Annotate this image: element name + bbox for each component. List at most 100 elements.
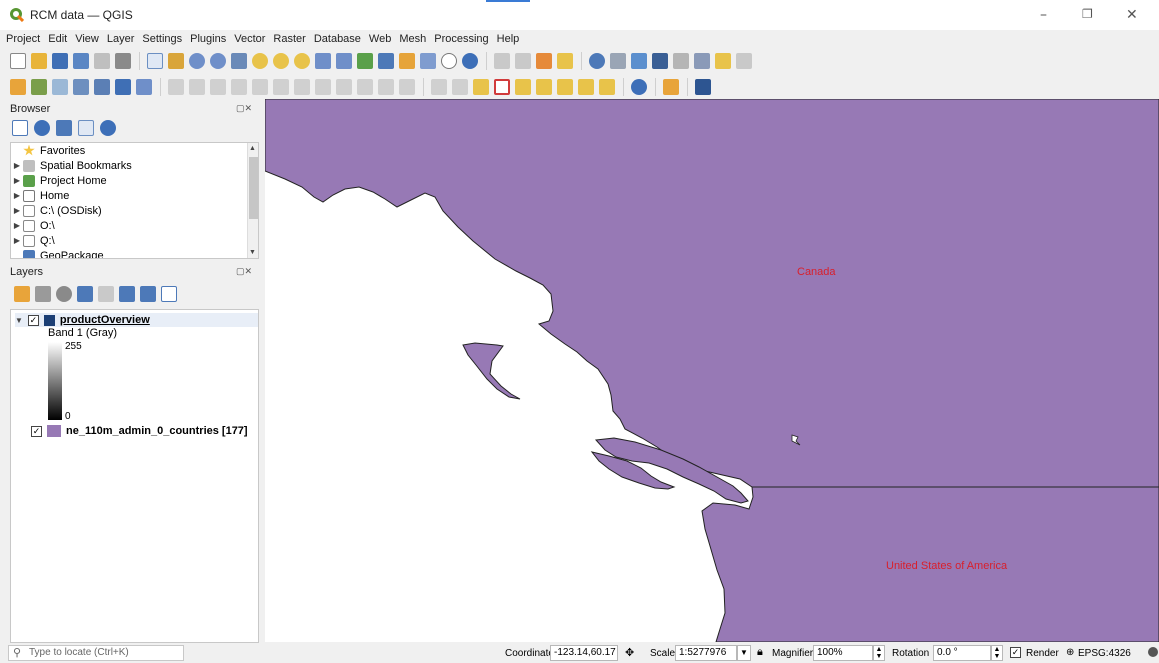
save-as-icon[interactable]: [73, 53, 89, 69]
expand-all-icon[interactable]: [119, 286, 135, 302]
refresh-icon[interactable]: [462, 53, 478, 69]
paste-features-icon[interactable]: [357, 79, 373, 95]
lock-icon[interactable]: 🔒︎: [757, 646, 763, 659]
digitize-icon[interactable]: [231, 79, 247, 95]
menu-vector[interactable]: Vector: [234, 33, 265, 45]
expand-arrow-icon[interactable]: ▶: [11, 176, 23, 185]
delete-selected-icon[interactable]: [294, 79, 310, 95]
add-vector-icon[interactable]: [31, 79, 47, 95]
zoom-in-icon[interactable]: [189, 53, 205, 69]
layer-labeling-icon[interactable]: [473, 79, 489, 95]
scroll-down-icon[interactable]: ▼: [249, 249, 256, 256]
label-tool-icon[interactable]: [431, 79, 447, 95]
add-delimited-icon[interactable]: [94, 79, 110, 95]
vertex-tool-icon[interactable]: [252, 79, 268, 95]
layer-row-product-overview[interactable]: ▼ ✓ productOverview: [15, 313, 258, 327]
deselect-icon[interactable]: [557, 53, 573, 69]
pin-labels-icon[interactable]: [515, 79, 531, 95]
attribute-table-icon[interactable]: [610, 53, 626, 69]
browser-item-o-drive[interactable]: ▶ O:\: [11, 218, 258, 233]
bookmark-icon[interactable]: [399, 53, 415, 69]
modify-attributes-icon[interactable]: [273, 79, 289, 95]
temporal-icon[interactable]: [441, 53, 457, 69]
magnifier-field[interactable]: 100%: [813, 645, 873, 661]
data-source-manager-icon[interactable]: [10, 79, 26, 95]
scale-dropdown-icon[interactable]: ▼: [737, 645, 751, 661]
annotation-icon[interactable]: [694, 53, 710, 69]
menu-web[interactable]: Web: [369, 33, 391, 45]
highlight-labels-icon[interactable]: [494, 79, 510, 95]
minimize-icon[interactable]: –: [1040, 7, 1047, 23]
add-raster-icon[interactable]: [52, 79, 68, 95]
new-project-icon[interactable]: [10, 53, 26, 69]
open-project-icon[interactable]: [31, 53, 47, 69]
browser-panel-controls-icon[interactable]: ▢✕: [236, 103, 252, 114]
layers-panel-controls-icon[interactable]: ▢✕: [236, 266, 252, 277]
add-group-icon[interactable]: [35, 286, 51, 302]
pencil-icon[interactable]: [189, 79, 205, 95]
filter-icon[interactable]: [56, 120, 72, 136]
map-canvas[interactable]: Canada United States of America: [265, 99, 1159, 642]
menu-layer[interactable]: Layer: [107, 33, 135, 45]
layer-row-countries[interactable]: ✓ ne_110m_admin_0_countries [177]: [31, 425, 248, 437]
map-tips-icon[interactable]: [715, 53, 731, 69]
select-dropdown-icon[interactable]: [515, 53, 531, 69]
rotation-field[interactable]: 0.0 °: [933, 645, 991, 661]
expand-arrow-icon[interactable]: ▶: [11, 206, 23, 215]
browser-item-home[interactable]: ▶ Home: [11, 188, 258, 203]
zoom-native-icon[interactable]: [294, 53, 310, 69]
toggle-editing-icon[interactable]: [168, 79, 184, 95]
rotation-spinner-icon[interactable]: ▲ ▼: [991, 645, 1003, 661]
filter-expression-icon[interactable]: [98, 286, 114, 302]
new-3d-view-icon[interactable]: [378, 53, 394, 69]
menu-database[interactable]: Database: [314, 33, 361, 45]
zoom-layer-icon[interactable]: [273, 53, 289, 69]
restore-icon[interactable]: ❐: [1082, 7, 1093, 21]
manage-themes-icon[interactable]: [56, 286, 72, 302]
browser-item-geopackage[interactable]: GeoPackage: [11, 248, 258, 258]
expand-arrow-icon[interactable]: ▶: [11, 236, 23, 245]
scroll-up-icon[interactable]: ▲: [249, 145, 256, 152]
coordinate-field[interactable]: -123.14,60.17: [550, 645, 618, 661]
magnifier-spinner-icon[interactable]: ▲ ▼: [873, 645, 885, 661]
style-manager-icon[interactable]: [115, 53, 131, 69]
menu-view[interactable]: View: [75, 33, 99, 45]
messages-icon[interactable]: [1148, 647, 1158, 657]
zoom-full-icon[interactable]: [231, 53, 247, 69]
identify-dropdown-icon[interactable]: [494, 53, 510, 69]
cut-features-icon[interactable]: [315, 79, 331, 95]
plugin-icon[interactable]: [663, 79, 679, 95]
menu-processing[interactable]: Processing: [434, 33, 488, 45]
add-geopackage-icon[interactable]: [115, 79, 131, 95]
change-label-icon[interactable]: [599, 79, 615, 95]
layer-visibility-checkbox[interactable]: ✓: [31, 425, 42, 437]
style-panel-icon[interactable]: [14, 286, 30, 302]
save-project-icon[interactable]: [52, 53, 68, 69]
zoom-last-icon[interactable]: [315, 53, 331, 69]
expand-arrow-icon[interactable]: ▶: [11, 221, 23, 230]
pan-to-selection-icon[interactable]: [168, 53, 184, 69]
show-hide-labels-icon[interactable]: [536, 79, 552, 95]
browser-item-spatial-bookmarks[interactable]: ▶ Spatial Bookmarks: [11, 158, 258, 173]
rotate-label-icon[interactable]: [578, 79, 594, 95]
remove-layer-icon[interactable]: [161, 286, 177, 302]
expand-arrow-icon[interactable]: ▶: [11, 161, 23, 170]
browser-item-q-drive[interactable]: ▶ Q:\: [11, 233, 258, 248]
crs-globe-icon[interactable]: ⊕: [1066, 647, 1074, 658]
diagram-tool-icon[interactable]: [452, 79, 468, 95]
identify-icon[interactable]: [589, 53, 605, 69]
show-bookmarks-icon[interactable]: [420, 53, 436, 69]
copy-features-icon[interactable]: [336, 79, 352, 95]
add-spatialite-icon[interactable]: [136, 79, 152, 95]
new-map-view-icon[interactable]: [357, 53, 373, 69]
toolbox-icon[interactable]: [631, 53, 647, 69]
layer-visibility-checkbox[interactable]: ✓: [27, 314, 39, 326]
crs-label[interactable]: EPSG:4326: [1078, 648, 1131, 659]
zoom-out-icon[interactable]: [210, 53, 226, 69]
menu-project[interactable]: Project: [6, 33, 40, 45]
scale-field[interactable]: 1:5277976: [675, 645, 737, 661]
menu-settings[interactable]: Settings: [142, 33, 182, 45]
pan-icon[interactable]: [147, 53, 163, 69]
add-mesh-icon[interactable]: [73, 79, 89, 95]
menu-mesh[interactable]: Mesh: [399, 33, 426, 45]
